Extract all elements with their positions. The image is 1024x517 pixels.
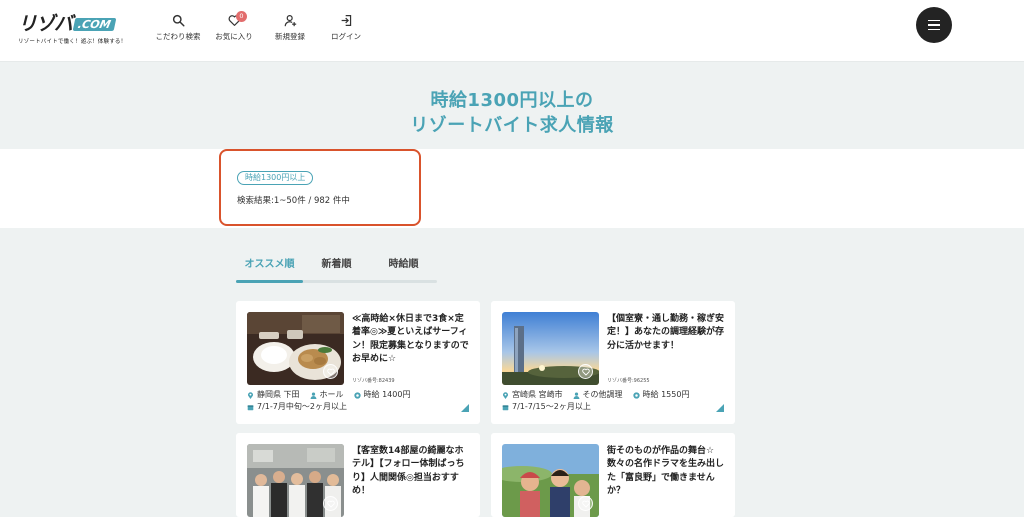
page-title: 時給1300円以上の リゾートバイト求人情報 bbox=[0, 88, 1024, 138]
location-pin-icon bbox=[502, 391, 509, 399]
favorite-heart-button[interactable] bbox=[323, 496, 338, 511]
job-location: 静岡県 下田 bbox=[257, 390, 300, 399]
job-card-title[interactable]: 【個室寮・通し勤務・稼ぎ安定！】あなたの調理経験が存分に活かせます！ bbox=[607, 313, 727, 353]
login-icon bbox=[341, 15, 351, 26]
header-nav: こだわり検索 0 お気に入り 新規登録 ログイン bbox=[150, 11, 374, 42]
search-result-count: 検索結果:1~50件 / 982 件中 bbox=[237, 196, 350, 206]
job-card-id: リゾバ番号:82439 bbox=[352, 378, 395, 384]
job-card[interactable]: 【個室寮・通し勤務・稼ぎ安定！】あなたの調理経験が存分に活かせます！ リゾバ番号… bbox=[491, 301, 735, 424]
favorite-heart-button[interactable] bbox=[578, 496, 593, 511]
nav-item-favorites[interactable]: 0 お気に入り bbox=[206, 11, 262, 42]
calendar-icon bbox=[247, 404, 254, 410]
nav-item-login[interactable]: ログイン bbox=[318, 14, 374, 42]
hamburger-line bbox=[928, 28, 940, 30]
job-card[interactable]: ≪高時給×休日まで3食×定着率◎≫夏といえばサーフィン！限定募集となりますのでお… bbox=[236, 301, 480, 424]
page-title-line1: 時給1300円以上の bbox=[430, 90, 594, 111]
job-type: その他調理 bbox=[582, 390, 623, 399]
yen-coin-icon bbox=[632, 391, 640, 399]
job-card-meta: 宮崎県 宮崎市 その他調理 時給 1550円 7/1-7/15〜2ヶ月以上 bbox=[502, 389, 689, 413]
tab-newest[interactable]: 新着順 bbox=[303, 256, 370, 283]
heart-outline-icon bbox=[326, 500, 335, 508]
logo-text: リゾバ bbox=[18, 13, 73, 35]
job-card-image bbox=[247, 444, 344, 517]
job-type: ホール bbox=[319, 390, 344, 399]
tab-recommended[interactable]: オススメ順 bbox=[236, 256, 303, 283]
nav-label-login: ログイン bbox=[331, 32, 361, 41]
calendar-icon bbox=[502, 404, 509, 410]
person-icon bbox=[310, 391, 316, 399]
search-result-band bbox=[0, 149, 1024, 228]
nav-label-search: こだわり検索 bbox=[155, 32, 201, 41]
site-logo[interactable]: リゾバ .COM リゾートバイトで働く！遊ぶ！体験する！ bbox=[18, 14, 138, 46]
card-corner-marker bbox=[461, 404, 469, 412]
job-card-image bbox=[247, 312, 344, 385]
logo-com: .COM bbox=[72, 17, 116, 31]
search-condition-tag[interactable]: 時給1300円以上 bbox=[237, 171, 314, 185]
job-location: 宮崎県 宮崎市 bbox=[512, 390, 563, 399]
job-card-title[interactable]: 街そのものが作品の舞台☆数々の名作ドラマを生み出した「富良野」で働きませんか？ bbox=[607, 445, 727, 499]
heart-outline-icon bbox=[581, 500, 590, 508]
hamburger-line bbox=[928, 20, 940, 22]
logo-mark: リゾバ .COM bbox=[18, 14, 138, 34]
job-period: 7/1-7/15〜2ヶ月以上 bbox=[512, 402, 591, 411]
job-card-id: リゾバ番号:96255 bbox=[607, 378, 650, 384]
heart-outline-icon bbox=[326, 368, 335, 376]
job-period: 7/1-7月中旬〜2ヶ月以上 bbox=[257, 402, 347, 411]
job-card-title[interactable]: ≪高時給×休日まで3食×定着率◎≫夏といえばサーフィン！限定募集となりますのでお… bbox=[352, 313, 472, 367]
heart-outline-icon bbox=[581, 368, 590, 376]
logo-tagline: リゾートバイトで働く！遊ぶ！体験する！ bbox=[18, 39, 127, 45]
favorites-count-badge: 0 bbox=[236, 11, 247, 22]
job-card-title[interactable]: 【客室数14部屋の綺麗なホテル】【フォロー体制ばっちり】人間関係◎担当おすすめ！ bbox=[352, 445, 472, 499]
job-wage: 時給 1400円 bbox=[363, 390, 411, 399]
hamburger-line bbox=[928, 24, 940, 26]
job-card-meta: 静岡県 下田 ホール 時給 1400円 7/1-7月中旬〜2ヶ月以上 bbox=[247, 389, 410, 413]
card-corner-marker bbox=[716, 404, 724, 412]
nav-item-register[interactable]: 新規登録 bbox=[262, 14, 318, 42]
location-pin-icon bbox=[247, 391, 254, 399]
search-result-box: 時給1300円以上 検索結果:1~50件 / 982 件中 bbox=[219, 149, 421, 226]
nav-label-favorites: お気に入り bbox=[215, 32, 253, 41]
job-wage: 時給 1550円 bbox=[642, 390, 690, 399]
job-card[interactable]: 街そのものが作品の舞台☆数々の名作ドラマを生み出した「富良野」で働きませんか？ bbox=[491, 433, 735, 517]
favorite-heart-button[interactable] bbox=[323, 364, 338, 379]
hamburger-menu-button[interactable] bbox=[916, 7, 952, 43]
tabs-active-indicator bbox=[236, 280, 303, 283]
favorite-heart-button[interactable] bbox=[578, 364, 593, 379]
user-plus-icon bbox=[284, 15, 296, 27]
job-card-image bbox=[502, 312, 599, 385]
search-icon bbox=[172, 14, 185, 27]
person-icon bbox=[573, 391, 579, 399]
nav-item-search[interactable]: こだわり検索 bbox=[150, 14, 206, 42]
tab-wage[interactable]: 時給順 bbox=[370, 256, 437, 283]
job-card-image bbox=[502, 444, 599, 517]
nav-label-register: 新規登録 bbox=[275, 32, 305, 41]
page-title-line2: リゾートバイト求人情報 bbox=[410, 115, 614, 136]
sort-tabs: オススメ順 新着順 時給順 bbox=[236, 256, 437, 283]
yen-coin-icon bbox=[353, 391, 361, 399]
job-card[interactable]: 【客室数14部屋の綺麗なホテル】【フォロー体制ばっちり】人間関係◎担当おすすめ！ bbox=[236, 433, 480, 517]
site-header: リゾバ .COM リゾートバイトで働く！遊ぶ！体験する！ こだわり検索 0 お気… bbox=[0, 0, 1024, 62]
